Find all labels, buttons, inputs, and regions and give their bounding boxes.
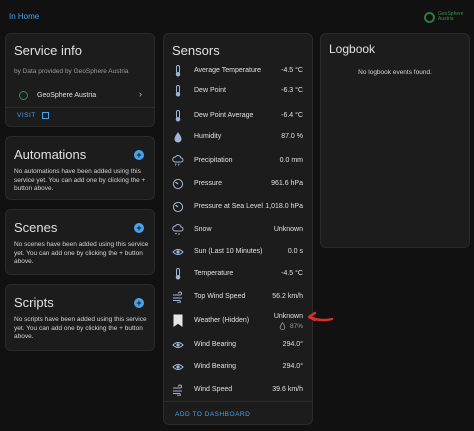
- sensor-value: 56.2 km/h: [272, 293, 303, 300]
- logbook-empty-text: No logbook events found.: [358, 69, 432, 76]
- scenes-empty-text: No scenes have been added using this ser…: [14, 241, 149, 265]
- gauge-icon: [172, 201, 184, 213]
- thermometer-icon: [172, 268, 184, 280]
- eye-icon: [172, 361, 184, 373]
- sensor-row[interactable]: Snow Unknown: [164, 220, 312, 240]
- sensors-card: Sensors Average Temperature -4.5 °C Dew Po…: [163, 33, 313, 425]
- automations-title: Automations: [14, 147, 87, 162]
- sensor-name: Dew Point Average: [194, 112, 254, 119]
- sensor-row[interactable]: Top Wind Speed 56.2 km/h: [164, 287, 312, 307]
- eye-icon: [172, 339, 184, 351]
- breadcrumb-link[interactable]: In Home: [9, 12, 39, 21]
- sensor-row[interactable]: Pressure 961.6 hPa: [164, 174, 312, 194]
- sensor-row[interactable]: Dew Point Average -6.4 °C: [164, 106, 312, 126]
- add-to-dashboard-button[interactable]: ADD TO DASHBOARD: [175, 411, 250, 418]
- divider: [164, 401, 312, 402]
- provider-row[interactable]: GeoSphere Austria ›: [6, 84, 154, 106]
- sensor-name: Weather (Hidden): [194, 317, 250, 324]
- thermometer-icon: [172, 110, 184, 122]
- scripts-empty-text: No scripts have been added using this se…: [14, 316, 147, 340]
- add-scene-button[interactable]: +: [134, 223, 144, 233]
- top-bar: In Home GeoSphere Austria: [0, 0, 474, 30]
- add-automation-button[interactable]: +: [134, 150, 144, 160]
- sensor-name: Humidity: [194, 133, 222, 140]
- sensor-value: 0.0 mm: [279, 157, 303, 164]
- logbook-card: Logbook No logbook events found.: [320, 33, 470, 248]
- sensor-sub-value-text: 87%: [289, 322, 303, 330]
- sensor-row[interactable]: Weather (Hidden) Unknown 87%: [164, 311, 312, 331]
- sensor-name: Precipitation: [194, 157, 233, 164]
- wind-icon: [172, 384, 184, 396]
- sensor-value: -6.4 °C: [281, 112, 303, 119]
- visit-link[interactable]: VISIT: [17, 112, 49, 119]
- sensor-value: Unknown: [273, 226, 303, 233]
- sensor-value: -6.3 °C: [281, 87, 303, 94]
- divider: [6, 107, 154, 108]
- sensor-name: Dew Point: [194, 87, 226, 94]
- sensor-row[interactable]: Temperature -4.5 °C: [164, 264, 312, 284]
- geosphere-icon: [19, 90, 28, 100]
- scripts-title: Scripts: [14, 295, 54, 310]
- service-info-title: Service info: [14, 43, 82, 58]
- scripts-card: Scripts + No scripts have been added usi…: [5, 284, 155, 351]
- sensor-row[interactable]: Pressure at Sea Level 1,018.0 hPa: [164, 197, 312, 217]
- sensor-name: Temperature: [194, 270, 234, 277]
- sensor-name: Pressure at Sea Level: [194, 203, 263, 210]
- sensor-row[interactable]: Wind Speed 39.6 km/h: [164, 380, 312, 400]
- sensor-name: Top Wind Speed: [194, 293, 246, 300]
- sensor-name: Average Temperature: [194, 67, 262, 74]
- service-provider-credit: by Data provided by GeoSphere Austria: [14, 68, 129, 75]
- gauge-icon: [172, 178, 184, 190]
- water-drop-icon: [172, 131, 184, 143]
- sensor-name: Wind Bearing: [194, 341, 237, 348]
- sensor-name: Snow: [194, 226, 212, 233]
- humidity-icon: [279, 322, 286, 330]
- sensor-name: Wind Bearing: [194, 363, 237, 370]
- wind-icon: [172, 291, 184, 303]
- sensor-value: 294.0°: [282, 363, 303, 370]
- sensor-row[interactable]: Wind Bearing 294.0°: [164, 335, 312, 355]
- bookmark-icon: [172, 314, 184, 327]
- sensor-row[interactable]: Humidity 87.0 %: [164, 127, 312, 147]
- sensor-name: Sun (Last 10 Minutes): [194, 248, 263, 255]
- sensor-value: 39.6 km/h: [272, 386, 303, 393]
- cloud-rain-icon: [172, 155, 184, 167]
- thermometer-icon: [172, 65, 184, 77]
- geosphere-logo-icon: [424, 11, 435, 23]
- sensor-value: -4.5 °C: [281, 67, 303, 74]
- annotation-arrow-icon: [307, 311, 334, 322]
- service-info-card: Service info by Data provided by GeoSphe…: [5, 33, 155, 127]
- visit-label: VISIT: [17, 112, 36, 119]
- sensor-row[interactable]: Dew Point -6.3 °C: [164, 81, 312, 101]
- scenes-title: Scenes: [14, 220, 58, 235]
- automations-card: Automations + No automations have been a…: [5, 136, 155, 200]
- sensor-value: 294.0°: [282, 341, 303, 348]
- sensors-title: Sensors: [172, 43, 220, 58]
- sensor-sub-value: 87%: [279, 322, 303, 330]
- provider-label: GeoSphere Austria: [37, 91, 97, 99]
- eye-icon: [172, 246, 184, 258]
- sensor-row[interactable]: Average Temperature -4.5 °C: [164, 61, 312, 81]
- geosphere-logo: GeoSphere Austria: [424, 9, 464, 25]
- sensor-value: Unknown: [273, 313, 303, 320]
- sensor-name: Pressure: [194, 180, 223, 187]
- scenes-card: Scenes + No scenes have been added using…: [5, 209, 155, 275]
- sensor-row[interactable]: Wind Bearing 294.0°: [164, 357, 312, 377]
- snow-cloud-icon: [172, 224, 184, 236]
- open-external-icon: [41, 112, 49, 119]
- sensor-value: 87.0 %: [281, 133, 303, 140]
- add-script-button[interactable]: +: [134, 298, 144, 308]
- sensor-value: 1,018.0 hPa: [265, 203, 303, 210]
- sensor-row[interactable]: Sun (Last 10 Minutes) 0.0 s: [164, 242, 312, 262]
- automations-empty-text: No automations have been added using thi…: [14, 168, 146, 192]
- chevron-right-icon: ›: [139, 89, 142, 99]
- sensor-value: 0.0 s: [287, 248, 303, 255]
- sensor-value: 961.6 hPa: [271, 180, 303, 187]
- thermometer-icon: [172, 85, 184, 97]
- logbook-title: Logbook: [329, 42, 376, 56]
- sensor-row[interactable]: Precipitation 0.0 mm: [164, 151, 312, 171]
- sensor-value: -4.5 °C: [281, 270, 303, 277]
- sensor-name: Wind Speed: [194, 386, 233, 393]
- logo-line-2: Austria: [438, 16, 454, 22]
